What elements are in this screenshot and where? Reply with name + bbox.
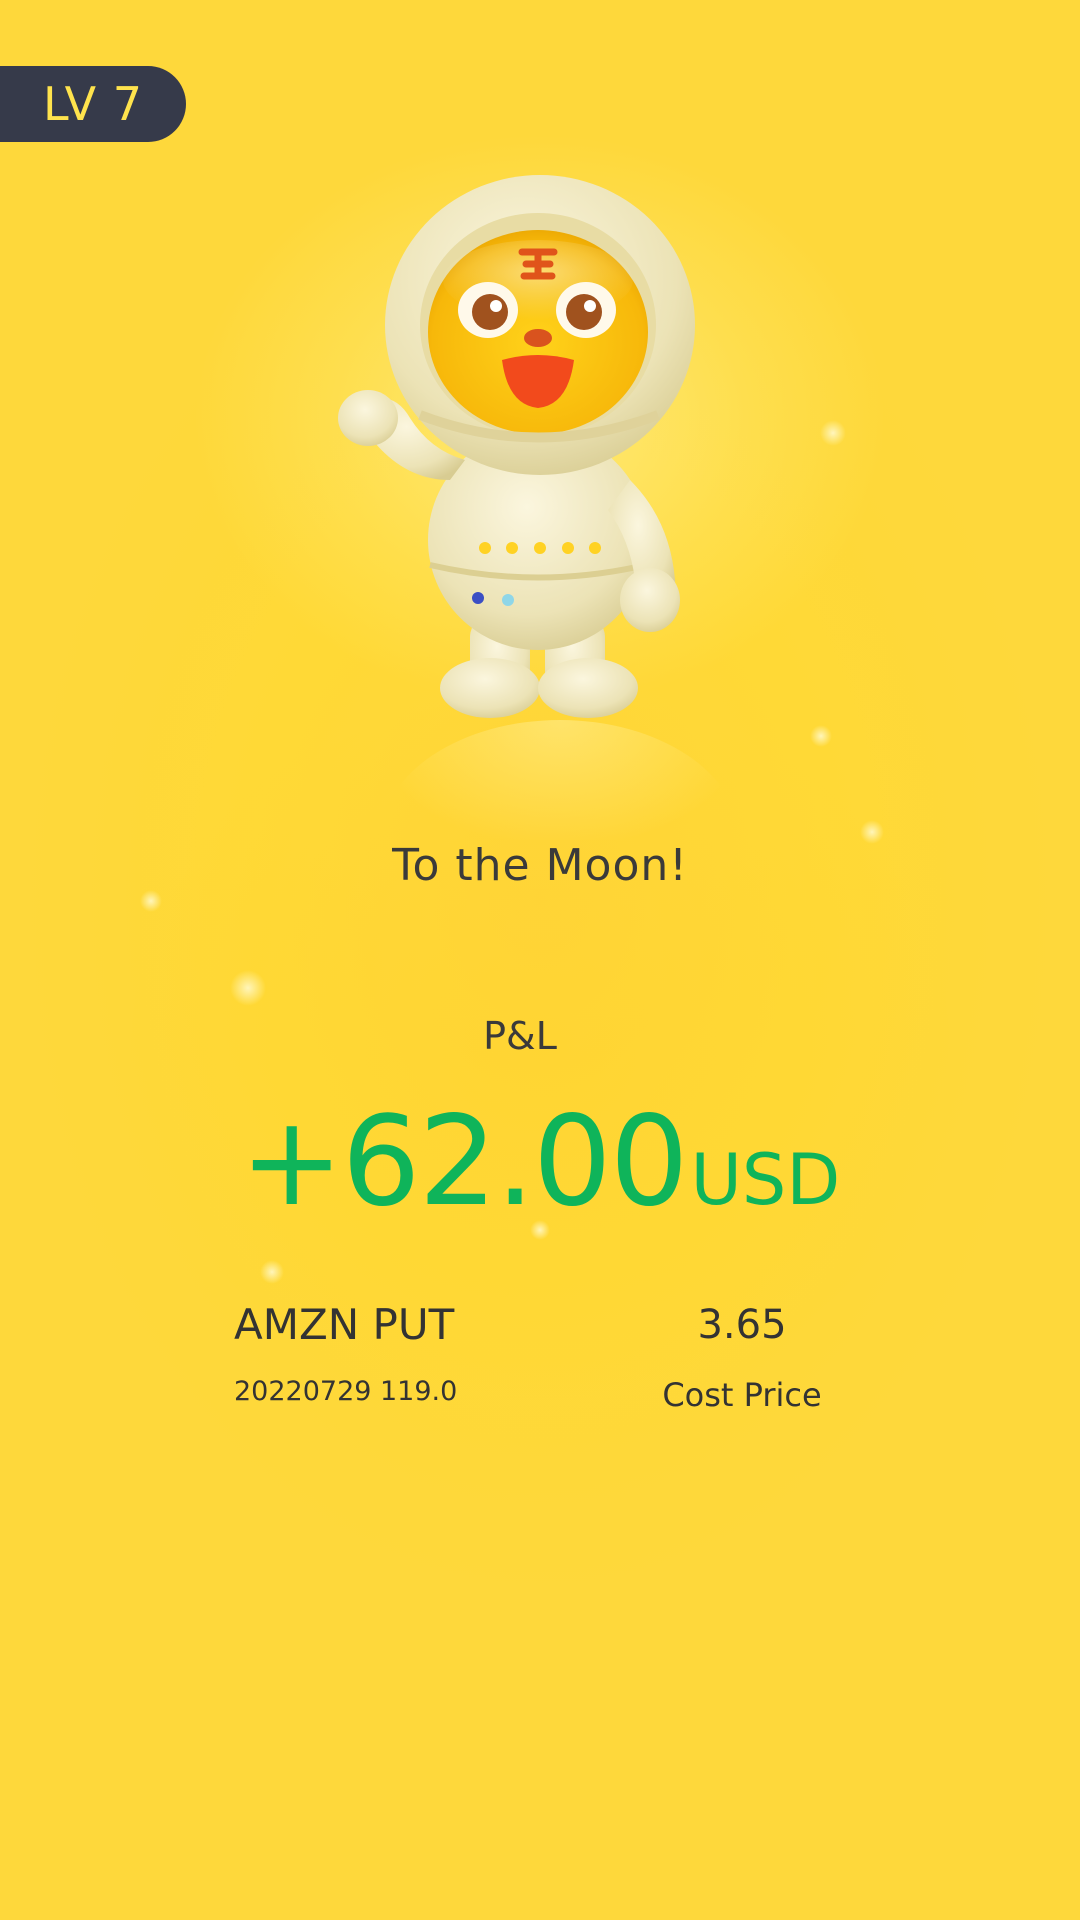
position-detail: 20220729 119.0 xyxy=(234,1376,458,1407)
pnl-label: P&L xyxy=(483,1014,557,1058)
sparkle xyxy=(140,890,162,912)
pnl-amount: +62.00 xyxy=(239,1090,689,1234)
level-badge: LV 7 xyxy=(0,66,186,142)
sparkle xyxy=(230,970,266,1006)
cost-price-value: 3.65 xyxy=(697,1302,787,1348)
position-name: AMZN PUT xyxy=(234,1300,455,1349)
sparkle xyxy=(820,420,846,446)
sparkle xyxy=(260,1260,284,1284)
pnl-value: +62.00USD xyxy=(0,1090,1080,1234)
cost-price-label: Cost Price xyxy=(662,1376,822,1414)
sparkle xyxy=(810,725,832,747)
headline: To the Moon! xyxy=(392,840,688,891)
astronaut-tiger-mascot-icon xyxy=(338,175,695,718)
level-label: LV 7 xyxy=(43,77,143,131)
pnl-currency: USD xyxy=(690,1139,841,1221)
